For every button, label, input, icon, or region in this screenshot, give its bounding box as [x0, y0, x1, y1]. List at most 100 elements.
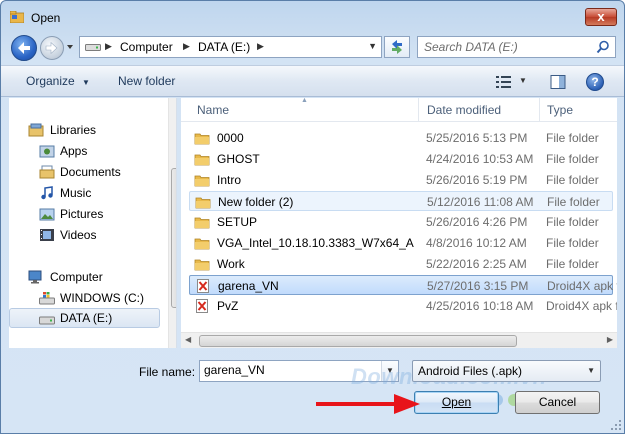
folder-icon [194, 154, 210, 166]
nav-pictures[interactable]: Pictures [9, 204, 161, 224]
resize-grip-icon[interactable] [610, 419, 622, 431]
file-name-input[interactable] [204, 363, 374, 377]
cancel-button[interactable]: Cancel [515, 391, 600, 414]
file-name: PvZ [217, 299, 239, 313]
nav-label: Apps [60, 144, 88, 158]
file-name: SETUP [217, 215, 258, 229]
file-name: Work [217, 257, 245, 271]
folder-icon [194, 175, 210, 187]
recent-pages-chevron-down-icon[interactable] [65, 42, 75, 52]
nav-scrollbar[interactable] [168, 98, 176, 348]
column-date-header[interactable]: Date modified [427, 103, 501, 117]
breadcrumb-computer[interactable]: Computer [120, 40, 173, 54]
folder-icon [194, 259, 210, 271]
nav-apps[interactable]: Apps [9, 141, 161, 161]
folder-icon [194, 217, 210, 229]
open-button[interactable]: Open [414, 391, 499, 414]
nav-computer[interactable]: Computer [9, 267, 161, 287]
horizontal-scrollbar[interactable]: ◀ ▶ [181, 332, 617, 348]
forward-button[interactable] [40, 36, 64, 60]
file-type: File folder [546, 152, 599, 166]
breadcrumb-separator-icon[interactable]: ▶ [183, 41, 190, 52]
nav-scrollbar-thumb[interactable] [171, 168, 176, 308]
folder-row[interactable]: SETUP 5/26/2016 4:26 PM File folder [189, 212, 613, 232]
nav-videos[interactable]: Videos [9, 225, 161, 245]
folder-icon [194, 238, 210, 250]
view-details-icon [496, 76, 511, 88]
nav-label: Pictures [60, 207, 104, 221]
back-button[interactable] [11, 35, 37, 61]
file-date: 5/26/2016 5:19 PM [426, 173, 528, 187]
refresh-button[interactable] [384, 36, 410, 58]
search-icon[interactable] [596, 40, 610, 54]
command-toolbar: Organize ▼ New folder ▼ ? [1, 65, 624, 97]
folder-row[interactable]: New folder (2) 5/12/2016 11:08 AM File fol… [189, 191, 613, 211]
title-bar: Open x [1, 1, 624, 33]
apk-file-icon [196, 299, 208, 313]
file-name: 0000 [217, 131, 244, 145]
file-type-select[interactable]: Android Files (.apk) ▼ [412, 360, 601, 382]
nav-label: Documents [60, 165, 121, 179]
scroll-left-icon[interactable]: ◀ [185, 335, 191, 344]
file-name: New folder (2) [218, 195, 294, 209]
back-arrow-icon [18, 42, 30, 54]
nav-music[interactable]: Music [9, 183, 161, 203]
file-date: 5/22/2016 2:25 AM [426, 257, 527, 271]
change-view-button[interactable]: ▼ [495, 73, 529, 91]
file-type: Droid4X apk f [547, 279, 617, 293]
nav-drive-c[interactable]: WINDOWS (C:) [9, 288, 161, 308]
scroll-right-icon[interactable]: ▶ [607, 335, 613, 344]
preview-pane-icon[interactable] [550, 74, 566, 90]
file-date: 5/25/2016 5:13 PM [426, 131, 528, 145]
search-input[interactable] [424, 40, 594, 54]
breadcrumb-separator-icon[interactable]: ▶ [105, 41, 112, 52]
nav-drive-e[interactable]: DATA (E:) [9, 308, 160, 328]
file-row[interactable]: garena_VN 5/27/2016 3:15 PM Droid4X apk f [189, 275, 617, 295]
videos-icon [40, 229, 54, 241]
address-chevron-down-icon[interactable]: ▼ [368, 41, 377, 51]
folder-icon [194, 133, 210, 145]
breadcrumb-data-drive[interactable]: DATA (E:) [198, 40, 250, 54]
address-bar[interactable]: ▶ Computer ▶ DATA (E:) ▶ ▼ [79, 36, 382, 58]
nav-label: WINDOWS (C:) [60, 291, 144, 305]
file-name: Intro [217, 173, 242, 187]
open-dialog: Open x ▶ Computer ▶ DATA (E:) ▶ ▼ Search… [0, 0, 625, 434]
new-folder-button[interactable]: New folder [118, 74, 175, 88]
folder-open-icon [10, 11, 24, 23]
file-date: 4/8/2016 10:12 AM [426, 236, 527, 250]
file-date: 5/27/2016 3:15 PM [427, 279, 529, 293]
nav-libraries[interactable]: Libraries [9, 120, 161, 140]
column-name-header[interactable]: Name [197, 103, 229, 117]
documents-icon [39, 165, 55, 179]
close-icon: x [597, 9, 605, 24]
folder-row[interactable]: VGA_Intel_10.18.10.3383_W7x64_A 4/8/2016 … [189, 233, 613, 253]
search-box[interactable] [417, 36, 616, 58]
file-date: 5/26/2016 4:26 PM [426, 215, 528, 229]
refresh-icon [392, 40, 402, 54]
horizontal-scrollbar-thumb[interactable] [199, 335, 517, 347]
file-type: File folder [547, 195, 600, 209]
libraries-icon [28, 123, 44, 137]
file-type-value: Android Files (.apk) [418, 364, 523, 378]
chevron-down-icon: ▼ [82, 78, 90, 87]
organize-button[interactable]: Organize ▼ [26, 74, 90, 88]
windows-drive-icon [39, 292, 55, 305]
close-button[interactable]: x [585, 8, 617, 26]
folder-row[interactable]: GHOST 4/24/2016 10:53 AM File folder [189, 149, 613, 169]
folder-row[interactable]: 0000 5/25/2016 5:13 PM File folder [189, 128, 613, 148]
file-type: Droid4X apk f [546, 299, 617, 313]
file-type: File folder [546, 257, 599, 271]
breadcrumb-separator-icon[interactable]: ▶ [257, 41, 264, 52]
drive-icon [39, 316, 55, 325]
column-divider[interactable] [539, 98, 540, 122]
file-name-label: File name: [139, 365, 196, 379]
column-divider[interactable] [418, 98, 419, 122]
file-row[interactable]: PvZ 4/25/2016 10:18 AM Droid4X apk f [189, 296, 617, 316]
forward-arrow-icon [45, 41, 58, 55]
folder-row[interactable]: Work 5/22/2016 2:25 AM File folder [189, 254, 613, 274]
column-type-header[interactable]: Type [547, 103, 573, 117]
drive-icon [85, 44, 101, 51]
help-icon[interactable]: ? [586, 73, 604, 91]
folder-row[interactable]: Intro 5/26/2016 5:19 PM File folder [189, 170, 613, 190]
nav-documents[interactable]: Documents [9, 162, 161, 182]
